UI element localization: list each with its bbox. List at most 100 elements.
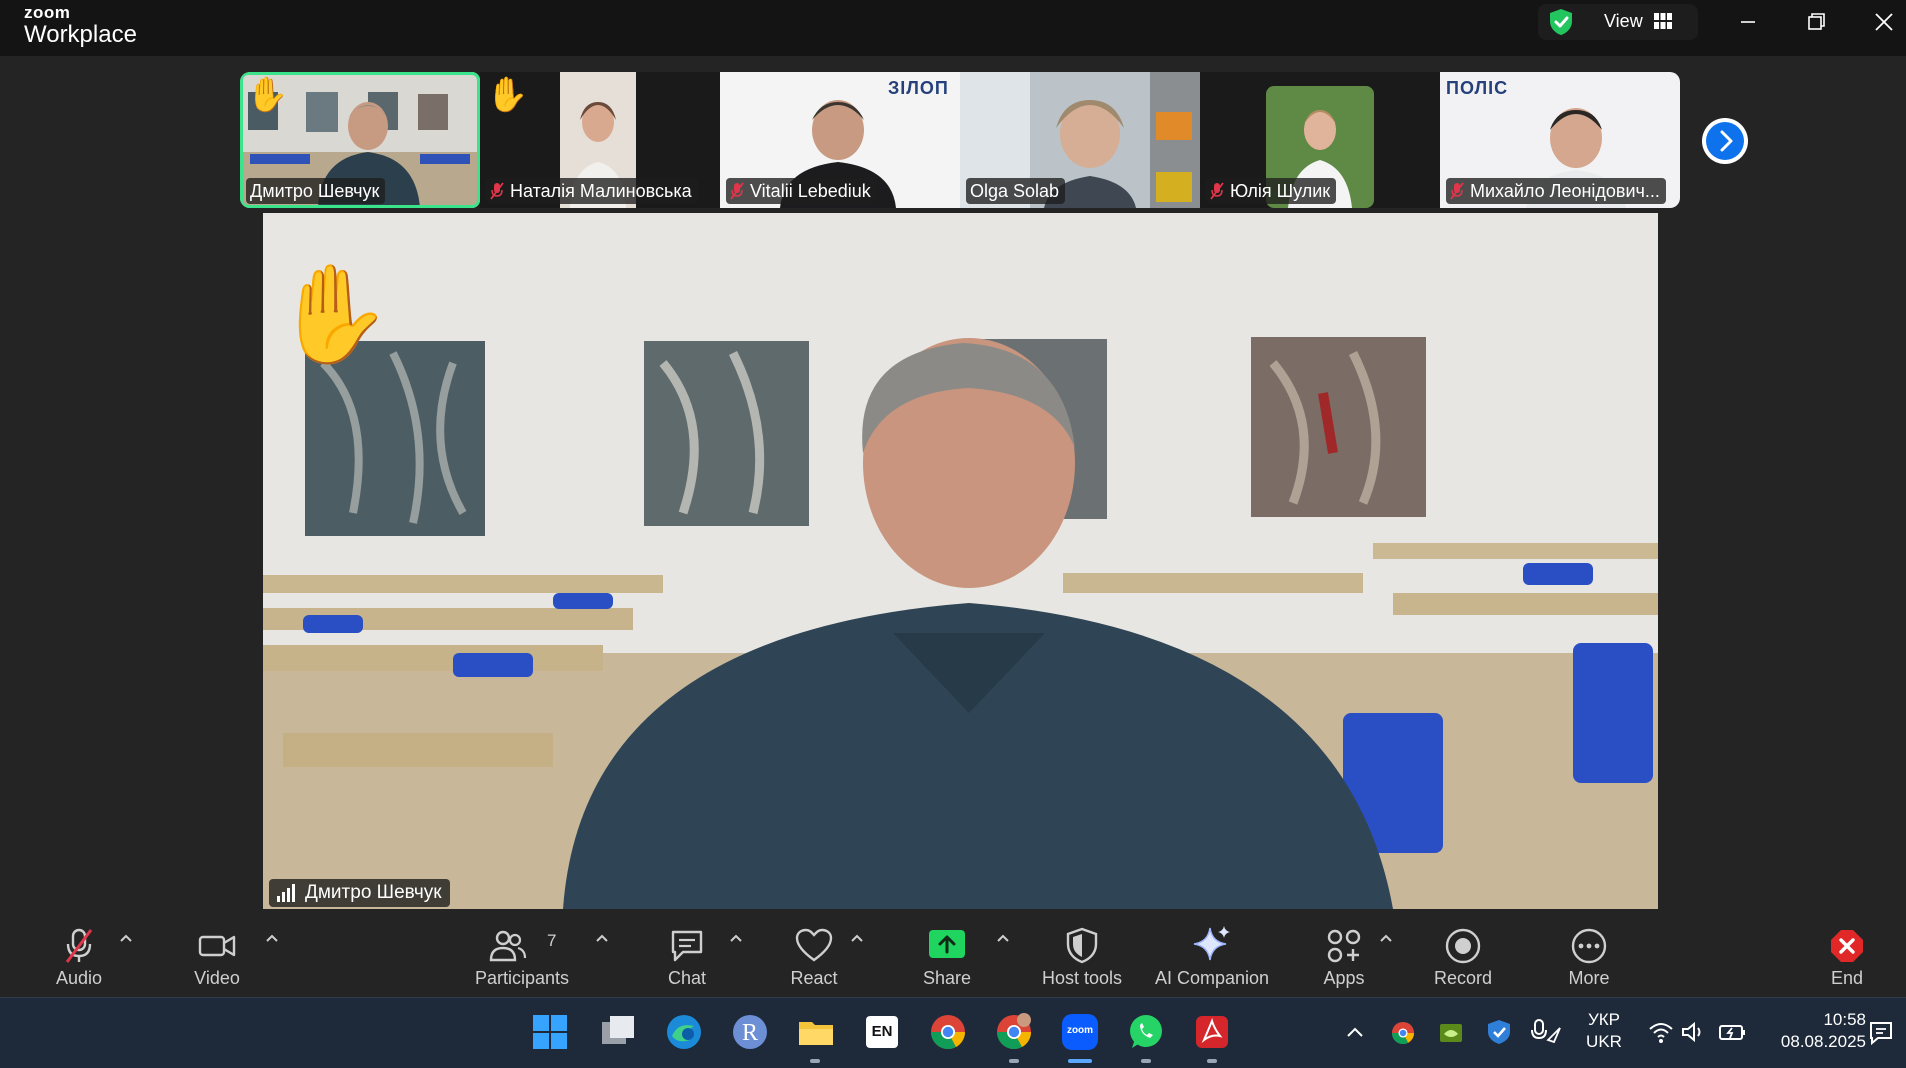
speaker-name-bar: Дмитро Шевчук: [269, 879, 450, 907]
battery-charging-icon[interactable]: [1718, 1020, 1748, 1044]
zoom-app-icon[interactable]: zoom: [1060, 1012, 1100, 1052]
keyboard-layout-indicator[interactable]: УКР UKR: [1578, 1009, 1630, 1053]
ai-companion-button[interactable]: AI Companion: [1148, 918, 1276, 998]
participant-tile[interactable]: Юлія Шулик: [1200, 72, 1440, 208]
participant-tile[interactable]: Olga Solab: [960, 72, 1200, 208]
participant-name-bar: Наталія Малиновська: [486, 178, 698, 204]
participant-tile[interactable]: ЗІЛОП Vitalii Lebediuk: [720, 72, 960, 208]
video-button[interactable]: Video: [178, 918, 256, 998]
close-icon[interactable]: [1866, 6, 1902, 38]
view-label[interactable]: View: [1604, 11, 1643, 32]
grid-view-icon[interactable]: [1654, 13, 1672, 29]
security-shield-icon[interactable]: [1548, 8, 1574, 36]
end-meeting-button[interactable]: End: [1808, 918, 1886, 998]
record-icon: [1445, 928, 1481, 964]
nvidia-icon[interactable]: [1438, 1020, 1464, 1046]
participant-tile[interactable]: ✋ Дмитро Шевчук: [240, 72, 480, 208]
clock[interactable]: 10:58 08.08.2025: [1762, 1009, 1866, 1053]
participants-button[interactable]: Participants: [470, 918, 574, 998]
participant-name: Михайло Леонідович...: [1470, 181, 1660, 201]
share-screen-icon: [929, 930, 965, 958]
speaker-volume-icon[interactable]: [1680, 1020, 1706, 1044]
language-app-label: EN: [871, 1023, 893, 1040]
end-call-icon: [1831, 930, 1863, 962]
clock-time: 10:58: [1823, 1010, 1866, 1029]
active-speaker-video[interactable]: ✋ Дмитро Шевчук: [263, 213, 1658, 909]
chat-button[interactable]: Chat: [648, 918, 726, 998]
audio-label: Audio: [55, 968, 103, 988]
share-button[interactable]: Share: [908, 918, 986, 998]
chevron-up-icon[interactable]: [118, 932, 134, 944]
mic-muted-icon: [65, 928, 93, 963]
raised-hand-icon: ✋: [486, 76, 529, 114]
security-tray-icon[interactable]: [1486, 1018, 1512, 1046]
running-indicator: [1207, 1059, 1217, 1063]
acrobat-reader-icon[interactable]: [1192, 1012, 1232, 1052]
audio-button[interactable]: Audio: [40, 918, 118, 998]
react-label: React: [790, 968, 838, 988]
participant-filmstrip: ✋ Дмитро Шевчук ✋ Наталія Малиновська ЗІ…: [240, 72, 1680, 208]
active-indicator: [1068, 1059, 1092, 1063]
record-button[interactable]: Record: [1424, 918, 1502, 998]
speaker-name: Дмитро Шевчук: [305, 882, 442, 903]
participant-name: Юлія Шулик: [1230, 181, 1331, 201]
wifi-icon[interactable]: [1648, 1020, 1674, 1044]
zoom-window: zoom Workplace View ✋ Дмитро Шевчук ✋ На…: [0, 0, 1906, 998]
video-label: Video: [194, 968, 240, 988]
host-tools-button[interactable]: Host tools: [1030, 918, 1134, 998]
chevron-up-icon[interactable]: [995, 932, 1011, 944]
chrome-icon[interactable]: [928, 1012, 968, 1052]
minimize-icon[interactable]: [1730, 6, 1766, 38]
zoom-app-label: zoom: [1066, 1025, 1094, 1036]
participants-icon: [489, 930, 527, 962]
end-label: End: [1830, 968, 1864, 988]
file-explorer-icon[interactable]: [796, 1012, 836, 1052]
task-view-icon[interactable]: [598, 1012, 638, 1052]
chrome-profile-icon[interactable]: [994, 1012, 1034, 1052]
react-button[interactable]: React: [775, 918, 853, 998]
chat-label: Chat: [667, 968, 707, 988]
restore-icon[interactable]: [1798, 6, 1834, 38]
mic-muted-icon: [490, 182, 504, 200]
chevron-up-icon[interactable]: [728, 932, 744, 944]
participant-tile[interactable]: ПОЛІС Михайло Леонідович...: [1440, 72, 1680, 208]
chevron-up-icon[interactable]: [594, 932, 610, 944]
mic-muted-icon: [1210, 182, 1224, 200]
more-button[interactable]: More: [1550, 918, 1628, 998]
chevron-right-icon: [1706, 122, 1744, 160]
more-dots-icon: [1571, 928, 1607, 964]
chrome-tray-icon[interactable]: [1390, 1020, 1416, 1046]
language-app-icon[interactable]: EN: [862, 1012, 902, 1052]
participant-name: Наталія Малиновська: [510, 181, 692, 201]
r-app-icon[interactable]: R: [730, 1012, 770, 1052]
next-page-button[interactable]: [1702, 118, 1748, 164]
edge-browser-icon[interactable]: [664, 1012, 704, 1052]
participants-count: 7: [547, 931, 557, 950]
more-label: More: [1568, 968, 1610, 988]
video-camera-icon: [198, 935, 236, 957]
apps-button[interactable]: Apps: [1305, 918, 1383, 998]
participant-name-bar: Михайло Леонідович...: [1446, 178, 1666, 204]
chevron-up-icon[interactable]: [1344, 1022, 1366, 1042]
keyboard-layout-top: УКР: [1587, 1010, 1621, 1029]
whatsapp-icon[interactable]: [1126, 1012, 1166, 1052]
windows-start-icon[interactable]: [530, 1012, 570, 1052]
participant-name: Olga Solab: [970, 181, 1060, 201]
participant-name: Vitalii Lebediuk: [750, 181, 871, 201]
chevron-up-icon[interactable]: [1378, 932, 1394, 944]
running-indicator: [1009, 1059, 1019, 1063]
microphone-tray-icon[interactable]: [1530, 1018, 1562, 1046]
participant-name-bar: Юлія Шулик: [1206, 178, 1337, 204]
chevron-up-icon[interactable]: [264, 932, 280, 944]
participant-name-bar: Olga Solab: [966, 178, 1066, 204]
chevron-up-icon[interactable]: [849, 932, 865, 944]
participants-label: Participants: [474, 968, 570, 988]
clock-date: 08.08.2025: [1780, 1032, 1866, 1051]
ai-companion-label: AI Companion: [1154, 968, 1270, 988]
participant-tile[interactable]: ✋ Наталія Малиновська: [480, 72, 720, 208]
raised-hand-icon: ✋: [273, 261, 393, 368]
notifications-icon[interactable]: [1868, 1020, 1894, 1046]
host-tools-label: Host tools: [1041, 968, 1123, 988]
windows-taskbar: R EN zoom УКР UKR 10:58 08.08.2025: [0, 997, 1906, 1068]
running-indicator: [1141, 1059, 1151, 1063]
